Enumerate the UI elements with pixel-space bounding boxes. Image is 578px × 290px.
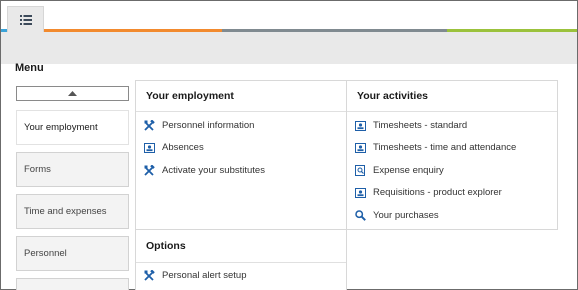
timesheets-standard-link[interactable]: Timesheets - standard bbox=[355, 120, 467, 131]
list-icon bbox=[19, 14, 32, 25]
header-band bbox=[1, 32, 577, 64]
tools-icon bbox=[144, 120, 155, 131]
options-title: Options bbox=[146, 240, 186, 252]
link-label: Personnel information bbox=[162, 120, 255, 131]
sidebar-item-forms[interactable]: Forms bbox=[16, 152, 129, 187]
sidebar-item-personnel[interactable]: Personnel bbox=[16, 236, 129, 271]
link-label: Timesheets - standard bbox=[373, 120, 468, 131]
personnel-information-link[interactable]: Personnel information bbox=[144, 120, 254, 131]
expense-enquiry-link[interactable]: Expense enquiry bbox=[355, 165, 444, 176]
top-bar bbox=[1, 1, 577, 32]
your-employment-panel bbox=[135, 80, 347, 230]
absences-link[interactable]: Absences bbox=[144, 142, 204, 153]
caret-up-icon bbox=[68, 91, 77, 96]
sidebar-item-partial[interactable] bbox=[16, 278, 129, 290]
timesheets-time-attendance-link[interactable]: Timesheets - time and attendance bbox=[355, 142, 516, 153]
link-label: Timesheets - time and attendance bbox=[373, 142, 517, 153]
sidebar-item-time-and-expenses[interactable]: Time and expenses bbox=[16, 194, 129, 229]
link-label: Personal alert setup bbox=[162, 270, 247, 281]
tools-icon bbox=[144, 270, 155, 281]
personal-alert-setup-link[interactable]: Personal alert setup bbox=[144, 270, 247, 281]
divider bbox=[136, 262, 346, 263]
id-card-icon bbox=[355, 120, 366, 131]
sidebar-item-label: Personnel bbox=[24, 248, 67, 259]
link-label: Requisitions - product explorer bbox=[373, 187, 502, 198]
scroll-up-button[interactable] bbox=[16, 86, 129, 101]
your-employment-title: Your employment bbox=[146, 90, 234, 102]
id-card-icon bbox=[355, 142, 366, 153]
requisitions-product-explorer-link[interactable]: Requisitions - product explorer bbox=[355, 187, 502, 198]
sidebar-item-label: Time and expenses bbox=[24, 206, 107, 217]
your-activities-title: Your activities bbox=[357, 90, 428, 102]
divider bbox=[136, 111, 346, 112]
link-label: Expense enquiry bbox=[373, 165, 444, 176]
id-card-icon bbox=[355, 187, 366, 198]
sidebar-item-label: Your employment bbox=[24, 122, 98, 133]
link-label: Activate your substitutes bbox=[162, 165, 265, 176]
activate-substitutes-link[interactable]: Activate your substitutes bbox=[144, 165, 265, 176]
sidebar-item-your-employment[interactable]: Your employment bbox=[16, 110, 129, 145]
divider bbox=[347, 111, 557, 112]
tools-icon bbox=[144, 165, 155, 176]
link-label: Your purchases bbox=[373, 210, 439, 221]
your-activities-panel bbox=[346, 80, 558, 230]
document-search-icon bbox=[355, 165, 366, 176]
menu-toggle-button[interactable] bbox=[7, 6, 44, 32]
link-label: Absences bbox=[162, 142, 204, 153]
sidebar-item-label: Forms bbox=[24, 164, 51, 175]
magnifier-icon bbox=[355, 210, 366, 221]
your-purchases-link[interactable]: Your purchases bbox=[355, 210, 439, 221]
menu-title: Menu bbox=[15, 62, 44, 74]
id-card-icon bbox=[144, 142, 155, 153]
